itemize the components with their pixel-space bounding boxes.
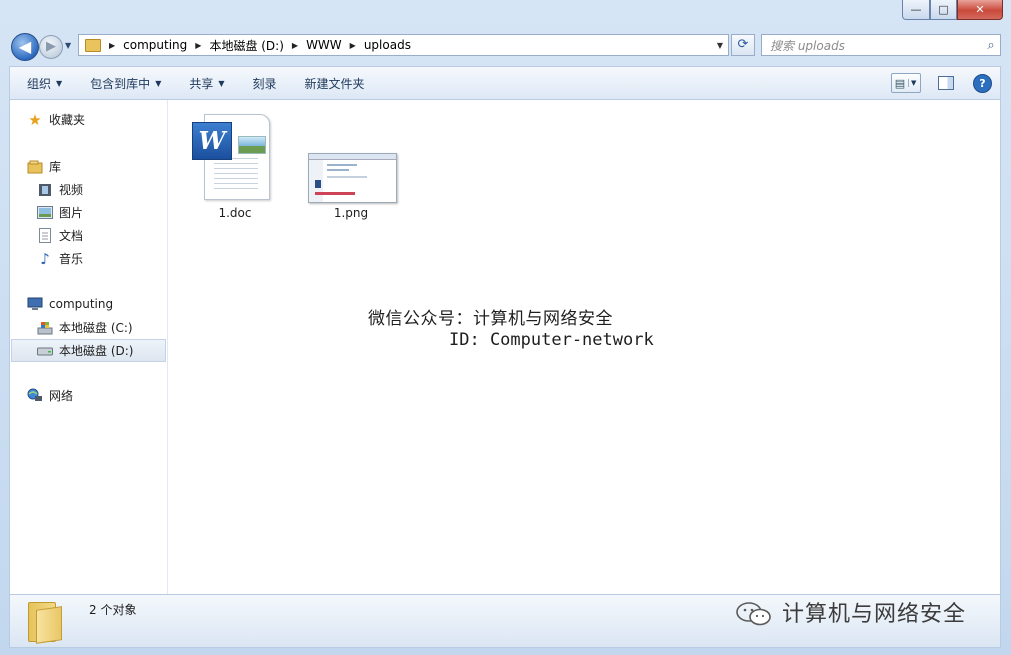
organize-menu[interactable]: 组织 ▼ bbox=[27, 75, 62, 92]
search-input[interactable]: 搜索 uploads bbox=[762, 37, 982, 54]
sidebar-item-drive-c[interactable]: 本地磁盘 (C:) bbox=[37, 319, 133, 336]
breadcrumb-arrow-icon[interactable]: ▶ bbox=[350, 41, 356, 50]
forward-button[interactable]: ▶ bbox=[39, 35, 63, 59]
details-pane: 2 个对象 计算机与网络安全 bbox=[9, 594, 1001, 648]
file-list[interactable]: W 1.doc 1.png 微信公众号：计算机与网络安全 ID: Compute… bbox=[168, 100, 1000, 594]
caret-down-icon: ▼ bbox=[218, 78, 225, 88]
sidebar-item-drive-d[interactable]: 本地磁盘 (D:) bbox=[37, 342, 133, 359]
sidebar-item-label: 网络 bbox=[49, 389, 74, 403]
sidebar-item-network[interactable]: 网络 bbox=[27, 387, 73, 404]
network-icon bbox=[27, 388, 43, 404]
sidebar-item-label: 视频 bbox=[59, 183, 84, 197]
sidebar-item-videos[interactable]: 视频 bbox=[37, 181, 83, 198]
address-bar[interactable]: ▶ computing ▶ 本地磁盘 (D:) ▶ WWW ▶ uploads … bbox=[78, 34, 729, 56]
computer-icon bbox=[27, 296, 43, 312]
brand-watermark: 计算机与网络安全 bbox=[782, 602, 967, 627]
document-icon bbox=[37, 228, 53, 244]
sidebar-item-favorites[interactable]: ★ 收藏夹 bbox=[27, 110, 86, 129]
include-in-library-label: 包含到库中 bbox=[90, 76, 151, 91]
sidebar-item-computer[interactable]: computing bbox=[27, 296, 113, 312]
music-icon: ♪ bbox=[40, 249, 50, 268]
word-document-icon: W bbox=[192, 114, 270, 200]
new-folder-label: 新建文件夹 bbox=[304, 76, 365, 91]
sidebar-item-music[interactable]: ♪ 音乐 bbox=[37, 249, 84, 268]
picture-icon bbox=[37, 205, 53, 221]
caret-down-icon: ▼ bbox=[155, 78, 162, 88]
library-icon bbox=[27, 159, 43, 175]
sidebar-item-label: 图片 bbox=[59, 206, 84, 220]
toolbar-right-group: ▤ ▼ ? bbox=[891, 73, 992, 93]
sidebar-item-label: 库 bbox=[49, 160, 62, 174]
wechat-account-overlay: 微信公众号：计算机与网络安全 bbox=[368, 309, 613, 329]
help-button[interactable]: ? bbox=[973, 73, 992, 93]
maximize-button[interactable]: □ bbox=[930, 0, 957, 20]
breadcrumb-drive-d[interactable]: 本地磁盘 (D:) bbox=[209, 37, 283, 54]
sidebar-item-label: 音乐 bbox=[59, 252, 84, 266]
sidebar-item-label: 本地磁盘 (D:) bbox=[59, 344, 134, 358]
breadcrumb-arrow-icon[interactable]: ▶ bbox=[292, 41, 298, 50]
breadcrumb-arrow-icon[interactable]: ▶ bbox=[195, 41, 201, 50]
recent-pages-dropdown-icon[interactable]: ▼ bbox=[65, 41, 71, 50]
file-name: 1.doc bbox=[218, 206, 252, 220]
include-in-library-menu[interactable]: 包含到库中 ▼ bbox=[90, 75, 161, 92]
burn-button[interactable]: 刻录 bbox=[253, 75, 277, 92]
close-button[interactable]: ✕ bbox=[957, 0, 1003, 20]
search-box[interactable]: 搜索 uploads ⌕ bbox=[761, 34, 1001, 56]
share-label: 共享 bbox=[189, 76, 214, 91]
new-folder-button[interactable]: 新建文件夹 bbox=[305, 75, 365, 92]
breadcrumb-uploads[interactable]: uploads bbox=[364, 38, 411, 52]
item-count: 2 个对象 bbox=[89, 603, 137, 617]
sidebar-item-label: 本地磁盘 (C:) bbox=[59, 321, 133, 335]
window-caption-buttons: — □ ✕ bbox=[902, 0, 1003, 20]
view-icon: ▤ bbox=[894, 76, 906, 90]
change-view-button[interactable]: ▤ ▼ bbox=[891, 73, 921, 93]
address-dropdown-icon[interactable]: ▼ bbox=[717, 41, 723, 50]
video-icon bbox=[37, 182, 53, 198]
drive-icon bbox=[37, 343, 53, 359]
file-item-doc[interactable]: W 1.doc bbox=[182, 114, 288, 224]
file-item-png[interactable]: 1.png bbox=[296, 114, 406, 224]
minimize-button[interactable]: — bbox=[902, 0, 930, 20]
sidebar-item-label: computing bbox=[49, 297, 114, 311]
search-icon[interactable]: ⌕ bbox=[982, 38, 1000, 53]
file-name: 1.png bbox=[333, 206, 369, 220]
main-area: ★ 收藏夹 库 视频 图片 文档 ♪ 音乐 computing 本地磁盘 (C:… bbox=[9, 100, 1001, 594]
sidebar-item-label: 收藏夹 bbox=[49, 113, 86, 127]
wechat-icon bbox=[734, 599, 774, 629]
account-id-overlay: ID: Computer-network bbox=[449, 330, 654, 350]
sidebar-item-libraries[interactable]: 库 bbox=[27, 158, 61, 175]
folder-icon bbox=[85, 38, 101, 52]
caret-down-icon: ▼ bbox=[56, 78, 63, 88]
back-button[interactable]: ◀ bbox=[11, 33, 39, 61]
breadcrumb-www[interactable]: WWW bbox=[306, 38, 342, 52]
breadcrumb-computing[interactable]: computing bbox=[123, 38, 187, 52]
drive-c-icon bbox=[37, 320, 53, 336]
view-options-caret-icon[interactable]: ▼ bbox=[908, 79, 916, 87]
explorer-window: — □ ✕ ◀ ▶ ▼ ▶ computing ▶ 本地磁盘 (D:) ▶ WW… bbox=[0, 0, 1011, 655]
sidebar-item-pictures[interactable]: 图片 bbox=[37, 204, 83, 221]
folder-icon bbox=[28, 602, 62, 644]
organize-label: 组织 bbox=[27, 76, 52, 91]
navigation-pane: ★ 收藏夹 库 视频 图片 文档 ♪ 音乐 computing 本地磁盘 (C:… bbox=[10, 100, 168, 594]
burn-label: 刻录 bbox=[252, 76, 277, 91]
refresh-button[interactable]: ⟳ bbox=[731, 34, 755, 56]
sidebar-item-documents[interactable]: 文档 bbox=[37, 227, 83, 244]
share-menu[interactable]: 共享 ▼ bbox=[189, 75, 224, 92]
command-bar: 组织 ▼ 包含到库中 ▼ 共享 ▼ 刻录 新建文件夹 ▤ ▼ ? bbox=[9, 66, 1001, 100]
navigation-bar: ◀ ▶ ▼ ▶ computing ▶ 本地磁盘 (D:) ▶ WWW ▶ up… bbox=[0, 30, 1011, 62]
png-thumbnail-icon bbox=[308, 153, 397, 203]
sidebar-item-label: 文档 bbox=[59, 229, 84, 243]
breadcrumb-arrow-icon[interactable]: ▶ bbox=[109, 41, 115, 50]
preview-pane-button[interactable] bbox=[938, 76, 954, 90]
star-icon: ★ bbox=[28, 110, 42, 129]
